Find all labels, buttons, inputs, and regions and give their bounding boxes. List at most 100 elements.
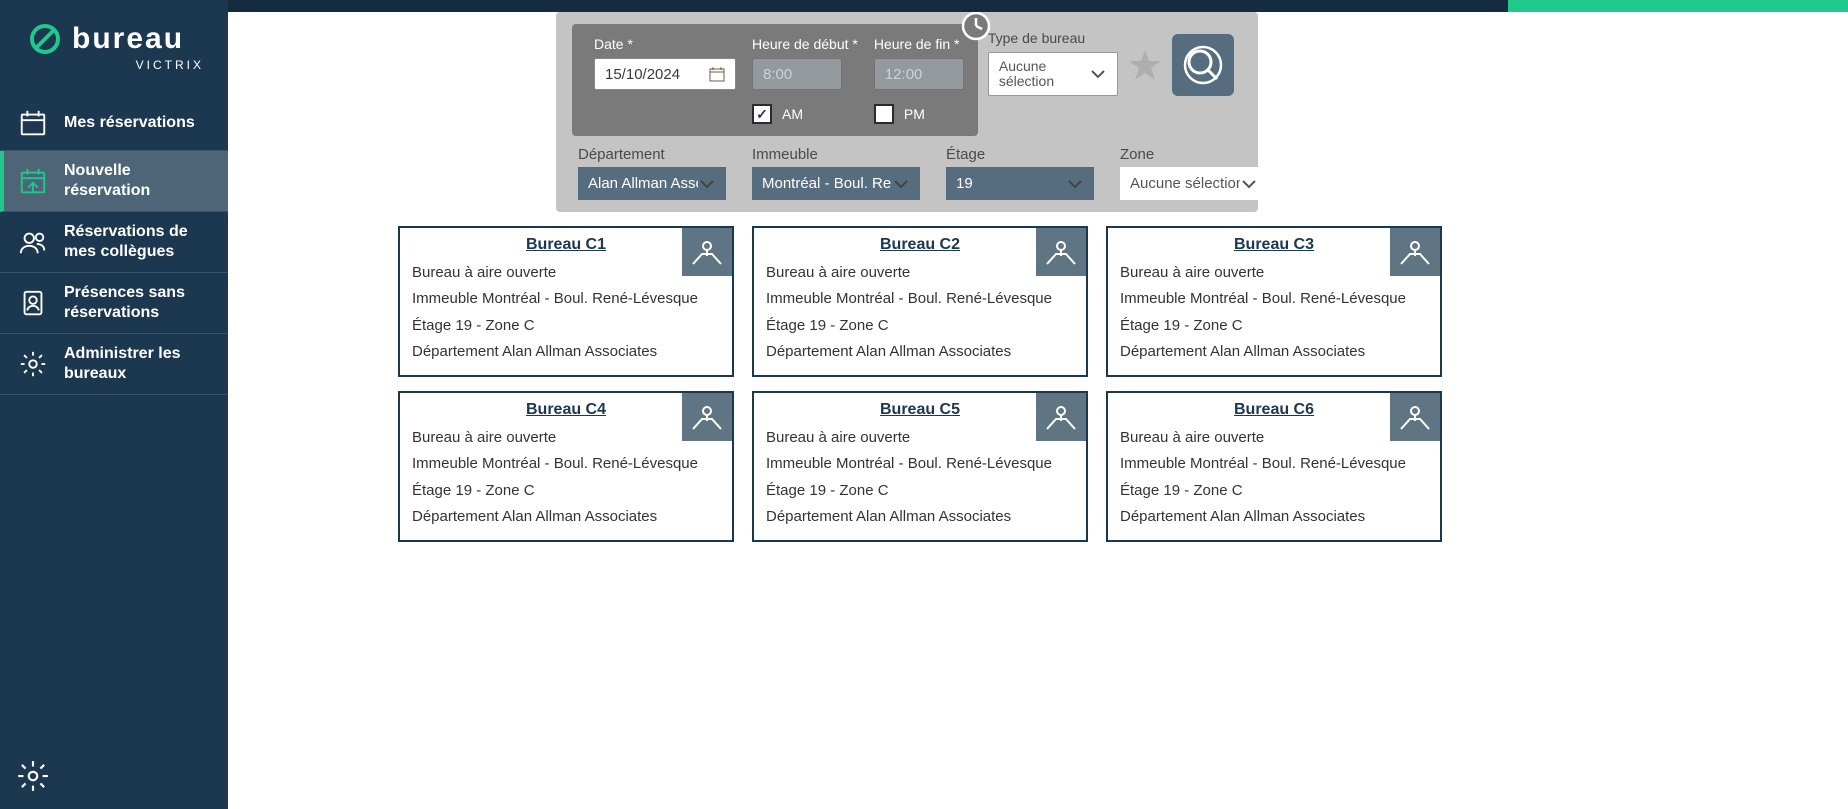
card-type: Bureau à aire ouverte xyxy=(1120,425,1428,451)
dept-value: Alan Allman Associates xyxy=(588,175,698,192)
etage-select[interactable]: 19 xyxy=(946,167,1094,200)
start-time-input[interactable]: 8:00 xyxy=(752,58,842,90)
card-type: Bureau à aire ouverte xyxy=(412,425,720,451)
map-pin-icon[interactable] xyxy=(1036,393,1086,441)
nav-label: Nouvelle réservation xyxy=(64,161,214,201)
bureau-card[interactable]: Bureau C2Bureau à aire ouverteImmeuble M… xyxy=(752,226,1088,377)
start-time-value: 8:00 xyxy=(763,66,792,83)
card-type: Bureau à aire ouverte xyxy=(766,425,1074,451)
chevron-down-icon xyxy=(698,175,716,193)
etage-value: 19 xyxy=(956,175,973,192)
card-floor: Étage 19 - Zone C xyxy=(766,478,1074,504)
calendar-add-icon xyxy=(16,164,50,198)
map-pin-icon[interactable] xyxy=(1390,228,1440,276)
nav-presence-without-reservation[interactable]: Présences sans réservations xyxy=(0,273,228,334)
date-input[interactable]: 15/10/2024 xyxy=(594,58,736,90)
brand-logo: bureau VICTRIX xyxy=(0,0,228,92)
brand-name: bureau xyxy=(72,22,184,56)
card-building: Immeuble Montréal - Boul. René-Lévesque xyxy=(766,451,1074,477)
zone-value: Aucune sélection xyxy=(1130,175,1240,192)
nav-label: Réservations de mes collègues xyxy=(64,222,214,262)
type-select[interactable]: Aucune sélection xyxy=(988,52,1118,96)
chevron-down-icon xyxy=(892,175,910,193)
card-type: Bureau à aire ouverte xyxy=(1120,260,1428,286)
end-time-value: 12:00 xyxy=(885,66,923,83)
people-icon xyxy=(16,225,50,259)
date-time-box: Date * 15/10/2024 Heure de début * 8:00 xyxy=(572,24,978,136)
topbar xyxy=(228,0,1848,12)
imm-value: Montréal - Boul. René-Lévesque xyxy=(762,175,892,192)
nav-label: Administrer les bureaux xyxy=(64,344,214,384)
card-floor: Étage 19 - Zone C xyxy=(1120,313,1428,339)
card-type: Bureau à aire ouverte xyxy=(412,260,720,286)
zone-select[interactable]: Aucune sélection xyxy=(1120,167,1268,200)
map-pin-icon[interactable] xyxy=(682,228,732,276)
zone-label: Zone xyxy=(1120,146,1268,163)
results-grid: Bureau C1Bureau à aire ouverteImmeuble M… xyxy=(398,226,1848,562)
card-department: Département Alan Allman Associates xyxy=(1120,339,1428,365)
nav-label: Présences sans réservations xyxy=(64,283,214,323)
imm-label: Immeuble xyxy=(752,146,920,163)
nav-colleague-reservations[interactable]: Réservations de mes collègues xyxy=(0,212,228,273)
search-button[interactable] xyxy=(1172,34,1234,96)
nav-label: Mes réservations xyxy=(64,113,195,133)
card-floor: Étage 19 - Zone C xyxy=(766,313,1074,339)
nav-admin-bureaux[interactable]: Administrer les bureaux xyxy=(0,334,228,395)
card-building: Immeuble Montréal - Boul. René-Lévesque xyxy=(1120,286,1428,312)
map-pin-icon[interactable] xyxy=(682,393,732,441)
dept-label: Département xyxy=(578,146,726,163)
card-floor: Étage 19 - Zone C xyxy=(412,313,720,339)
card-department: Département Alan Allman Associates xyxy=(766,504,1074,530)
calendar-icon xyxy=(16,106,50,140)
map-pin-icon[interactable] xyxy=(1036,228,1086,276)
imm-select[interactable]: Montréal - Boul. René-Lévesque xyxy=(752,167,920,200)
bureau-card[interactable]: Bureau C1Bureau à aire ouverteImmeuble M… xyxy=(398,226,734,377)
end-time-input[interactable]: 12:00 xyxy=(874,58,964,90)
card-building: Immeuble Montréal - Boul. René-Lévesque xyxy=(766,286,1074,312)
card-building: Immeuble Montréal - Boul. René-Lévesque xyxy=(1120,451,1428,477)
main: Date * 15/10/2024 Heure de début * 8:00 xyxy=(228,0,1848,809)
bureau-card[interactable]: Bureau C5 Bureau à aire ouverteImmeuble M… xyxy=(752,391,1088,542)
brand-icon xyxy=(28,22,62,56)
bureau-card[interactable]: Bureau C6 Bureau à aire ouverteImmeuble M… xyxy=(1106,391,1442,542)
filter-panel: Date * 15/10/2024 Heure de début * 8:00 xyxy=(556,12,1258,212)
card-floor: Étage 19 - Zone C xyxy=(412,478,720,504)
am-label: AM xyxy=(782,106,803,122)
type-value: Aucune sélection xyxy=(999,59,1089,90)
favorite-star-button[interactable] xyxy=(1128,48,1162,82)
settings-button[interactable] xyxy=(16,759,50,793)
card-department: Département Alan Allman Associates xyxy=(1120,504,1428,530)
bureau-card[interactable]: Bureau C3 Bureau à aire ouverteImmeuble M… xyxy=(1106,226,1442,377)
calendar-small-icon xyxy=(709,66,725,82)
am-checkbox[interactable] xyxy=(752,104,772,124)
clock-icon xyxy=(961,12,991,41)
dept-select[interactable]: Alan Allman Associates xyxy=(578,167,726,200)
card-building: Immeuble Montréal - Boul. René-Lévesque xyxy=(412,451,720,477)
bureau-card[interactable]: Bureau C4 Bureau à aire ouverteImmeuble M… xyxy=(398,391,734,542)
card-title: Bureau C1 xyxy=(412,236,720,254)
pm-label: PM xyxy=(904,106,925,122)
pm-checkbox[interactable] xyxy=(874,104,894,124)
card-type: Bureau à aire ouverte xyxy=(766,260,1074,286)
end-time-label: Heure de fin * xyxy=(874,36,964,52)
map-pin-icon[interactable] xyxy=(1390,393,1440,441)
sidebar: bureau VICTRIX Mes réservations Nouvelle… xyxy=(0,0,228,809)
chevron-down-icon xyxy=(1066,175,1084,193)
type-label: Type de bureau xyxy=(988,30,1118,46)
card-title: Bureau C4 xyxy=(412,401,720,419)
card-department: Département Alan Allman Associates xyxy=(412,504,720,530)
nav: Mes réservations Nouvelle réservation Ré… xyxy=(0,96,228,395)
badge-icon xyxy=(16,286,50,320)
card-department: Département Alan Allman Associates xyxy=(766,339,1074,365)
gear-icon xyxy=(16,347,50,381)
card-title: Bureau C6 xyxy=(1120,401,1428,419)
card-title: Bureau C3 xyxy=(1120,236,1428,254)
chevron-down-icon xyxy=(1240,175,1258,193)
card-title: Bureau C5 xyxy=(766,401,1074,419)
card-floor: Étage 19 - Zone C xyxy=(1120,478,1428,504)
nav-my-reservations[interactable]: Mes réservations xyxy=(0,96,228,151)
start-time-label: Heure de début * xyxy=(752,36,858,52)
brand-sub: VICTRIX xyxy=(28,58,208,72)
nav-new-reservation[interactable]: Nouvelle réservation xyxy=(0,151,228,212)
card-department: Département Alan Allman Associates xyxy=(412,339,720,365)
